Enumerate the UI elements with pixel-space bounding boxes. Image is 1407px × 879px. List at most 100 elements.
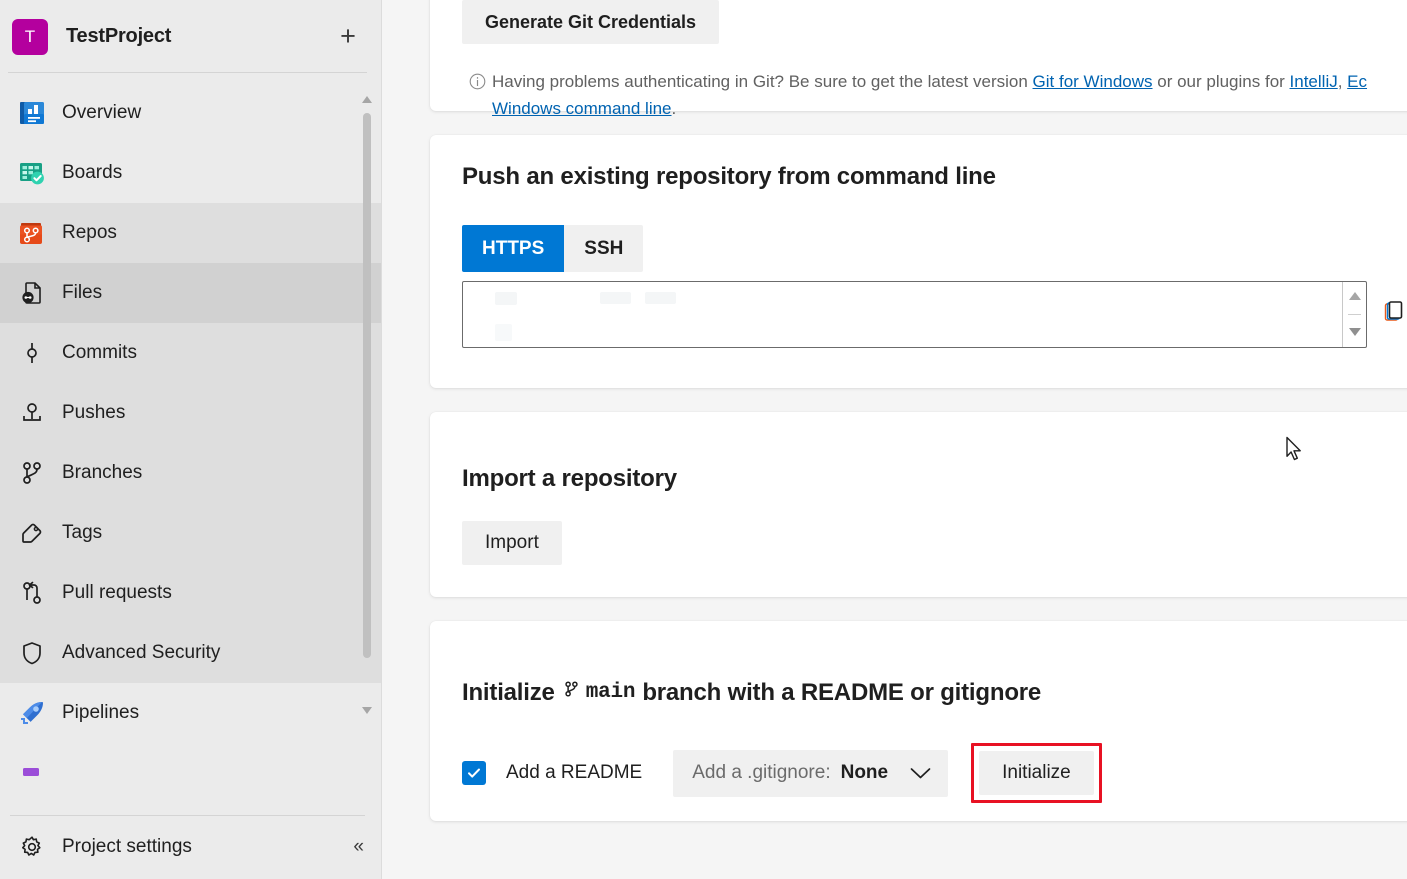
boards-icon <box>10 158 54 188</box>
files-icon <box>10 279 54 307</box>
sidebar-item-label: Advanced Security <box>62 642 220 664</box>
import-button[interactable]: Import <box>462 521 562 565</box>
sidebar-item-label: Files <box>62 282 102 304</box>
loading-skeleton-block <box>495 292 517 305</box>
initialize-button[interactable]: Initialize <box>979 751 1094 795</box>
sidebar-nav-scroll-area: Overview <box>0 73 381 815</box>
sidebar-item-label: Commits <box>62 342 137 364</box>
sidebar-item-pipelines[interactable]: Pipelines <box>0 683 381 743</box>
sidebar-item-commits[interactable]: Commits <box>0 323 381 383</box>
shield-icon <box>10 639 54 667</box>
gitignore-value: None <box>841 762 889 784</box>
sidebar-scroll-thumb[interactable] <box>363 113 371 658</box>
import-section-title: Import a repository <box>462 465 1407 493</box>
scroll-down-icon[interactable] <box>1348 323 1362 341</box>
info-icon <box>462 73 492 90</box>
sidebar-item-pushes[interactable]: Pushes <box>0 383 381 443</box>
loading-skeleton-block <box>495 324 512 341</box>
loading-skeleton-block <box>600 292 631 304</box>
chevron-down-icon <box>910 767 931 780</box>
sidebar-scroll-down-icon[interactable] <box>361 705 373 715</box>
scroll-up-icon[interactable] <box>1348 288 1362 306</box>
sidebar-item-pull-requests[interactable]: Pull requests <box>0 563 381 623</box>
sidebar-item-label: Repos <box>62 222 117 244</box>
app-root: T TestProject + <box>0 0 1407 879</box>
initialize-button-highlight: Initialize <box>971 743 1102 803</box>
gear-icon <box>10 834 54 860</box>
add-readme-checkbox-wrap[interactable]: Add a README <box>462 761 642 785</box>
collapse-sidebar-button[interactable]: « <box>353 836 363 858</box>
content-inner: Generate Git Credentials Having problems… <box>430 0 1407 821</box>
sidebar-scroll-up-icon[interactable] <box>361 95 373 105</box>
tags-icon <box>10 519 54 547</box>
initialize-section-title: Initialize main branch with a RE <box>462 678 1407 707</box>
sidebar-item-label: Pipelines <box>62 702 139 724</box>
sidebar-item-advanced-security[interactable]: Advanced Security <box>0 623 381 683</box>
project-header: T TestProject + <box>0 0 381 73</box>
pushes-icon <box>10 399 54 427</box>
branch-icon <box>562 678 581 707</box>
project-sidebar: T TestProject + <box>0 0 382 879</box>
gitignore-dropdown[interactable]: Add a .gitignore: None <box>673 750 948 797</box>
push-existing-repo-card: Push an existing repository from command… <box>430 135 1407 388</box>
main-content: Generate Git Credentials Having problems… <box>382 0 1407 879</box>
tab-ssh[interactable]: SSH <box>564 225 643 272</box>
gitignore-label: Add a .gitignore: <box>692 762 830 784</box>
add-readme-checkbox[interactable] <box>462 761 486 785</box>
import-repo-card: Import a repository Import <box>430 412 1407 597</box>
tab-https[interactable]: HTTPS <box>462 225 564 272</box>
sidebar-item-label: Pull requests <box>62 582 172 604</box>
sidebar-item-label: Tags <box>62 522 102 544</box>
clone-command-textarea[interactable] <box>462 281 1367 348</box>
protocol-pivot: HTTPS SSH <box>462 225 643 272</box>
sidebar-item-label: Pushes <box>62 402 125 424</box>
sidebar-item-repos[interactable]: Repos <box>0 203 381 263</box>
git-help-row: Having problems authenticating in Git? B… <box>462 68 1407 122</box>
sidebar-item-testplans-partial[interactable] <box>0 743 381 803</box>
overview-icon <box>10 98 54 128</box>
textarea-scroll-controls[interactable] <box>1342 282 1366 347</box>
branch-chip: main <box>562 678 636 707</box>
repos-icon <box>10 218 54 248</box>
loading-skeleton-block <box>645 292 676 304</box>
sidebar-item-label: Boards <box>62 162 122 184</box>
branch-name: main <box>586 681 636 704</box>
initialize-title-prefix: Initialize <box>462 679 555 707</box>
project-avatar: T <box>12 19 48 55</box>
copy-icon <box>1382 299 1407 330</box>
initialize-title-suffix: branch with a README or gitignore <box>642 679 1041 707</box>
help-middle: or our plugins for <box>1153 72 1290 91</box>
clone-command-row <box>462 281 1407 348</box>
push-section-title: Push an existing repository from command… <box>462 163 1407 191</box>
sidebar-item-tags[interactable]: Tags <box>0 503 381 563</box>
pull-requests-icon <box>10 579 54 607</box>
sidebar-item-label: Branches <box>62 462 142 484</box>
eclipse-link[interactable]: Ec <box>1347 72 1367 91</box>
help-prefix: Having problems authenticating in Git? B… <box>492 72 1033 91</box>
sidebar-item-files[interactable]: Files <box>0 263 381 323</box>
project-settings-row[interactable]: Project settings « <box>0 815 381 879</box>
git-help-text: Having problems authenticating in Git? B… <box>492 68 1367 122</box>
pipelines-icon <box>10 698 54 728</box>
sidebar-item-label: Overview <box>62 102 141 124</box>
sidebar-item-overview[interactable]: Overview <box>0 83 381 143</box>
git-credentials-card: Generate Git Credentials Having problems… <box>430 0 1407 111</box>
sidebar-nav-list: Overview <box>0 73 381 803</box>
initialize-options-row: Add a README Add a .gitignore: None Init… <box>462 743 1407 803</box>
sidebar-item-branches[interactable]: Branches <box>0 443 381 503</box>
commits-icon <box>10 339 54 367</box>
git-for-windows-link[interactable]: Git for Windows <box>1033 72 1153 91</box>
intellij-link[interactable]: IntelliJ <box>1290 72 1338 91</box>
project-settings-label: Project settings <box>62 836 192 858</box>
add-new-button[interactable]: + <box>333 22 363 52</box>
help-comma: , <box>1338 72 1347 91</box>
scroll-separator <box>1348 314 1361 315</box>
windows-command-line-link[interactable]: Windows command line <box>492 99 672 118</box>
help-suffix: . <box>672 99 677 118</box>
test-plans-icon <box>10 766 54 780</box>
generate-git-credentials-button[interactable]: Generate Git Credentials <box>462 0 719 44</box>
copy-clone-url-button[interactable] <box>1367 281 1407 348</box>
project-name: TestProject <box>66 25 333 48</box>
initialize-branch-card: Initialize main branch with a RE <box>430 621 1407 821</box>
sidebar-item-boards[interactable]: Boards <box>0 143 381 203</box>
